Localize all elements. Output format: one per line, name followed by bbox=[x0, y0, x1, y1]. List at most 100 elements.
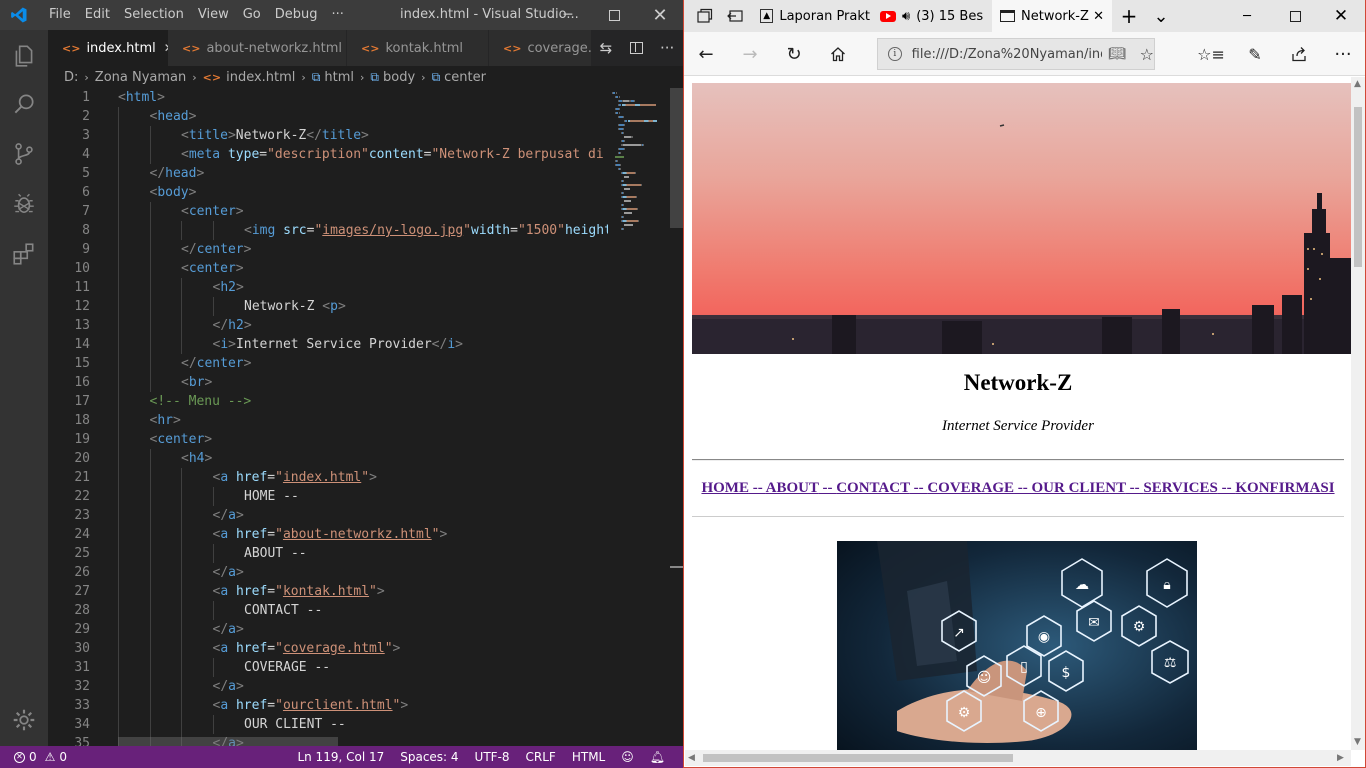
code-line[interactable]: 11 <h2> bbox=[48, 278, 608, 297]
page-horizontal-scrollbar[interactable]: ◀ ▶ bbox=[685, 750, 1351, 766]
code-line[interactable]: 31 COVERAGE -- bbox=[48, 658, 608, 677]
scrollbar-thumb[interactable] bbox=[703, 754, 1013, 762]
code-line[interactable]: 23 </a> bbox=[48, 506, 608, 525]
nav-link-services[interactable]: SERVICES bbox=[1143, 480, 1218, 496]
cursor-position[interactable]: Ln 119, Col 17 bbox=[289, 750, 392, 764]
open-changes-icon[interactable]: ⇆ bbox=[600, 39, 613, 57]
favorite-star-icon[interactable]: ☆ bbox=[1140, 45, 1154, 64]
speaker-icon[interactable]: 🔊︎ bbox=[902, 9, 910, 24]
back-button[interactable]: ← bbox=[684, 32, 728, 76]
nav-link-konfirmasi[interactable]: KONFIRMASI bbox=[1235, 480, 1334, 496]
code-line[interactable]: 17 <!-- Menu --> bbox=[48, 392, 608, 411]
nav-link-home[interactable]: HOME bbox=[701, 480, 749, 496]
explorer-button[interactable] bbox=[0, 32, 48, 80]
code-line[interactable]: 12 Network-Z <p> bbox=[48, 297, 608, 316]
problems-indicator[interactable]: ✕ 0 ⚠ 0 bbox=[14, 746, 67, 768]
info-icon[interactable]: i bbox=[888, 47, 902, 61]
code-line[interactable]: 8 <img src="images/ny-logo.jpg"width="150… bbox=[48, 221, 608, 240]
code-line[interactable]: 29 </a> bbox=[48, 620, 608, 639]
menu-selection[interactable]: Selection bbox=[117, 0, 191, 30]
code-line[interactable]: 28 CONTACT -- bbox=[48, 601, 608, 620]
page-vertical-scrollbar[interactable]: ▲ ▼ bbox=[1351, 77, 1365, 750]
minimize-button[interactable]: ─ bbox=[545, 0, 591, 30]
scroll-down-arrow-icon[interactable]: ▼ bbox=[1354, 737, 1361, 747]
code-line[interactable]: 2 <head> bbox=[48, 107, 608, 126]
settings-more-button[interactable]: ··· bbox=[1321, 32, 1365, 76]
web-note-button[interactable]: ✎ bbox=[1233, 32, 1277, 76]
language-mode[interactable]: HTML bbox=[564, 750, 613, 764]
code-line[interactable]: 5 </head> bbox=[48, 164, 608, 183]
minimap[interactable] bbox=[608, 88, 670, 746]
debug-button[interactable] bbox=[0, 180, 48, 228]
breadcrumb-center[interactable]: center bbox=[444, 70, 486, 85]
code-line[interactable]: 14 <i>Internet Service Provider</i> bbox=[48, 335, 608, 354]
show-tabs-aside-button[interactable] bbox=[720, 0, 750, 32]
breadcrumb-html[interactable]: html bbox=[324, 70, 354, 85]
breadcrumb-folder[interactable]: Zona Nyaman bbox=[95, 70, 186, 85]
code-line[interactable]: 30 <a href="coverage.html"> bbox=[48, 639, 608, 658]
code-line[interactable]: 15 </center> bbox=[48, 354, 608, 373]
code-line[interactable]: 6 <body> bbox=[48, 183, 608, 202]
forward-button[interactable]: → bbox=[728, 32, 772, 76]
maximize-button[interactable] bbox=[1272, 0, 1318, 32]
close-window-button[interactable]: ✕ bbox=[1318, 0, 1364, 32]
split-editor-icon[interactable] bbox=[629, 42, 643, 54]
code-line[interactable]: 20 <h4> bbox=[48, 449, 608, 468]
code-line[interactable]: 33 <a href="ourclient.html"> bbox=[48, 696, 608, 715]
close-tab-button[interactable]: ✕ bbox=[1093, 9, 1104, 24]
nav-link-contact[interactable]: CONTACT bbox=[836, 480, 910, 496]
more-actions-icon[interactable]: ··· bbox=[660, 39, 674, 57]
settings-button[interactable] bbox=[0, 696, 48, 744]
favorites-button[interactable]: ☆≡ bbox=[1189, 32, 1233, 76]
code-line[interactable]: 27 <a href="kontak.html"> bbox=[48, 582, 608, 601]
menu-view[interactable]: View bbox=[191, 0, 236, 30]
notifications-bell-icon[interactable]: 🔔︎ bbox=[642, 750, 673, 764]
code-editor[interactable]: 1 <html> 2 <head> 3 <title>Network-Z</title> 4… bbox=[48, 88, 608, 746]
code-line[interactable]: 16 <br> bbox=[48, 373, 608, 392]
scroll-up-arrow-icon[interactable]: ▲ bbox=[1354, 79, 1361, 89]
code-line[interactable]: 24 <a href="about-networkz.html"> bbox=[48, 525, 608, 544]
scrollbar-thumb[interactable] bbox=[1354, 107, 1362, 267]
new-tab-button[interactable]: + bbox=[1114, 0, 1144, 32]
code-line[interactable]: 19 <center> bbox=[48, 430, 608, 449]
code-line[interactable]: 9 </center> bbox=[48, 240, 608, 259]
breadcrumb-file[interactable]: index.html bbox=[226, 70, 295, 85]
menu-edit[interactable]: Edit bbox=[78, 0, 117, 30]
code-line[interactable]: 34 OUR CLIENT -- bbox=[48, 715, 608, 734]
breadcrumb-drive[interactable]: D: bbox=[64, 70, 78, 85]
breadcrumb-body[interactable]: body bbox=[383, 70, 415, 85]
code-line[interactable]: 26 </a> bbox=[48, 563, 608, 582]
set-tabs-aside-button[interactable] bbox=[690, 0, 720, 32]
menu-debug[interactable]: Debug bbox=[268, 0, 325, 30]
maximize-button[interactable] bbox=[591, 0, 637, 30]
code-line[interactable]: 22 HOME -- bbox=[48, 487, 608, 506]
address-bar[interactable]: i file:///D:/Zona%20Nyaman/inde 📖︎ ☆ bbox=[877, 38, 1155, 70]
tab-about-networkz-html[interactable]: <> about-networkz.html bbox=[168, 30, 346, 66]
scrollbar-thumb[interactable] bbox=[670, 88, 683, 228]
tab-coverage-html[interactable]: <> coverage.html bbox=[489, 30, 591, 66]
browser-tab-network-z[interactable]: Network-Z ✕ bbox=[992, 0, 1112, 32]
code-line[interactable]: 10 <center> bbox=[48, 259, 608, 278]
line-ending[interactable]: CRLF bbox=[518, 750, 564, 764]
share-button[interactable] bbox=[1277, 32, 1321, 76]
extensions-button[interactable] bbox=[0, 230, 48, 278]
nav-link-our-client[interactable]: OUR CLIENT bbox=[1032, 480, 1126, 496]
code-line[interactable]: 3 <title>Network-Z</title> bbox=[48, 126, 608, 145]
code-line[interactable]: 25 ABOUT -- bbox=[48, 544, 608, 563]
code-line[interactable]: 32 </a> bbox=[48, 677, 608, 696]
menu-more[interactable]: ··· bbox=[325, 0, 351, 30]
code-line[interactable]: 1 <html> bbox=[48, 88, 608, 107]
home-button[interactable] bbox=[816, 32, 860, 76]
code-line[interactable]: 4 <meta type="description"content="Networ… bbox=[48, 145, 608, 164]
indentation[interactable]: Spaces: 4 bbox=[392, 750, 466, 764]
code-line[interactable]: 18 <hr> bbox=[48, 411, 608, 430]
menu-go[interactable]: Go bbox=[236, 0, 268, 30]
menu-file[interactable]: File bbox=[42, 0, 78, 30]
feedback-smiley-icon[interactable]: ☺ bbox=[613, 750, 642, 764]
encoding[interactable]: UTF-8 bbox=[467, 750, 518, 764]
close-window-button[interactable]: ✕ bbox=[637, 0, 683, 30]
nav-link-about[interactable]: ABOUT bbox=[766, 480, 819, 496]
code-line[interactable]: 21 <a href="index.html"> bbox=[48, 468, 608, 487]
source-control-button[interactable] bbox=[0, 130, 48, 178]
reading-view-icon[interactable]: 📖︎ bbox=[1108, 46, 1126, 62]
